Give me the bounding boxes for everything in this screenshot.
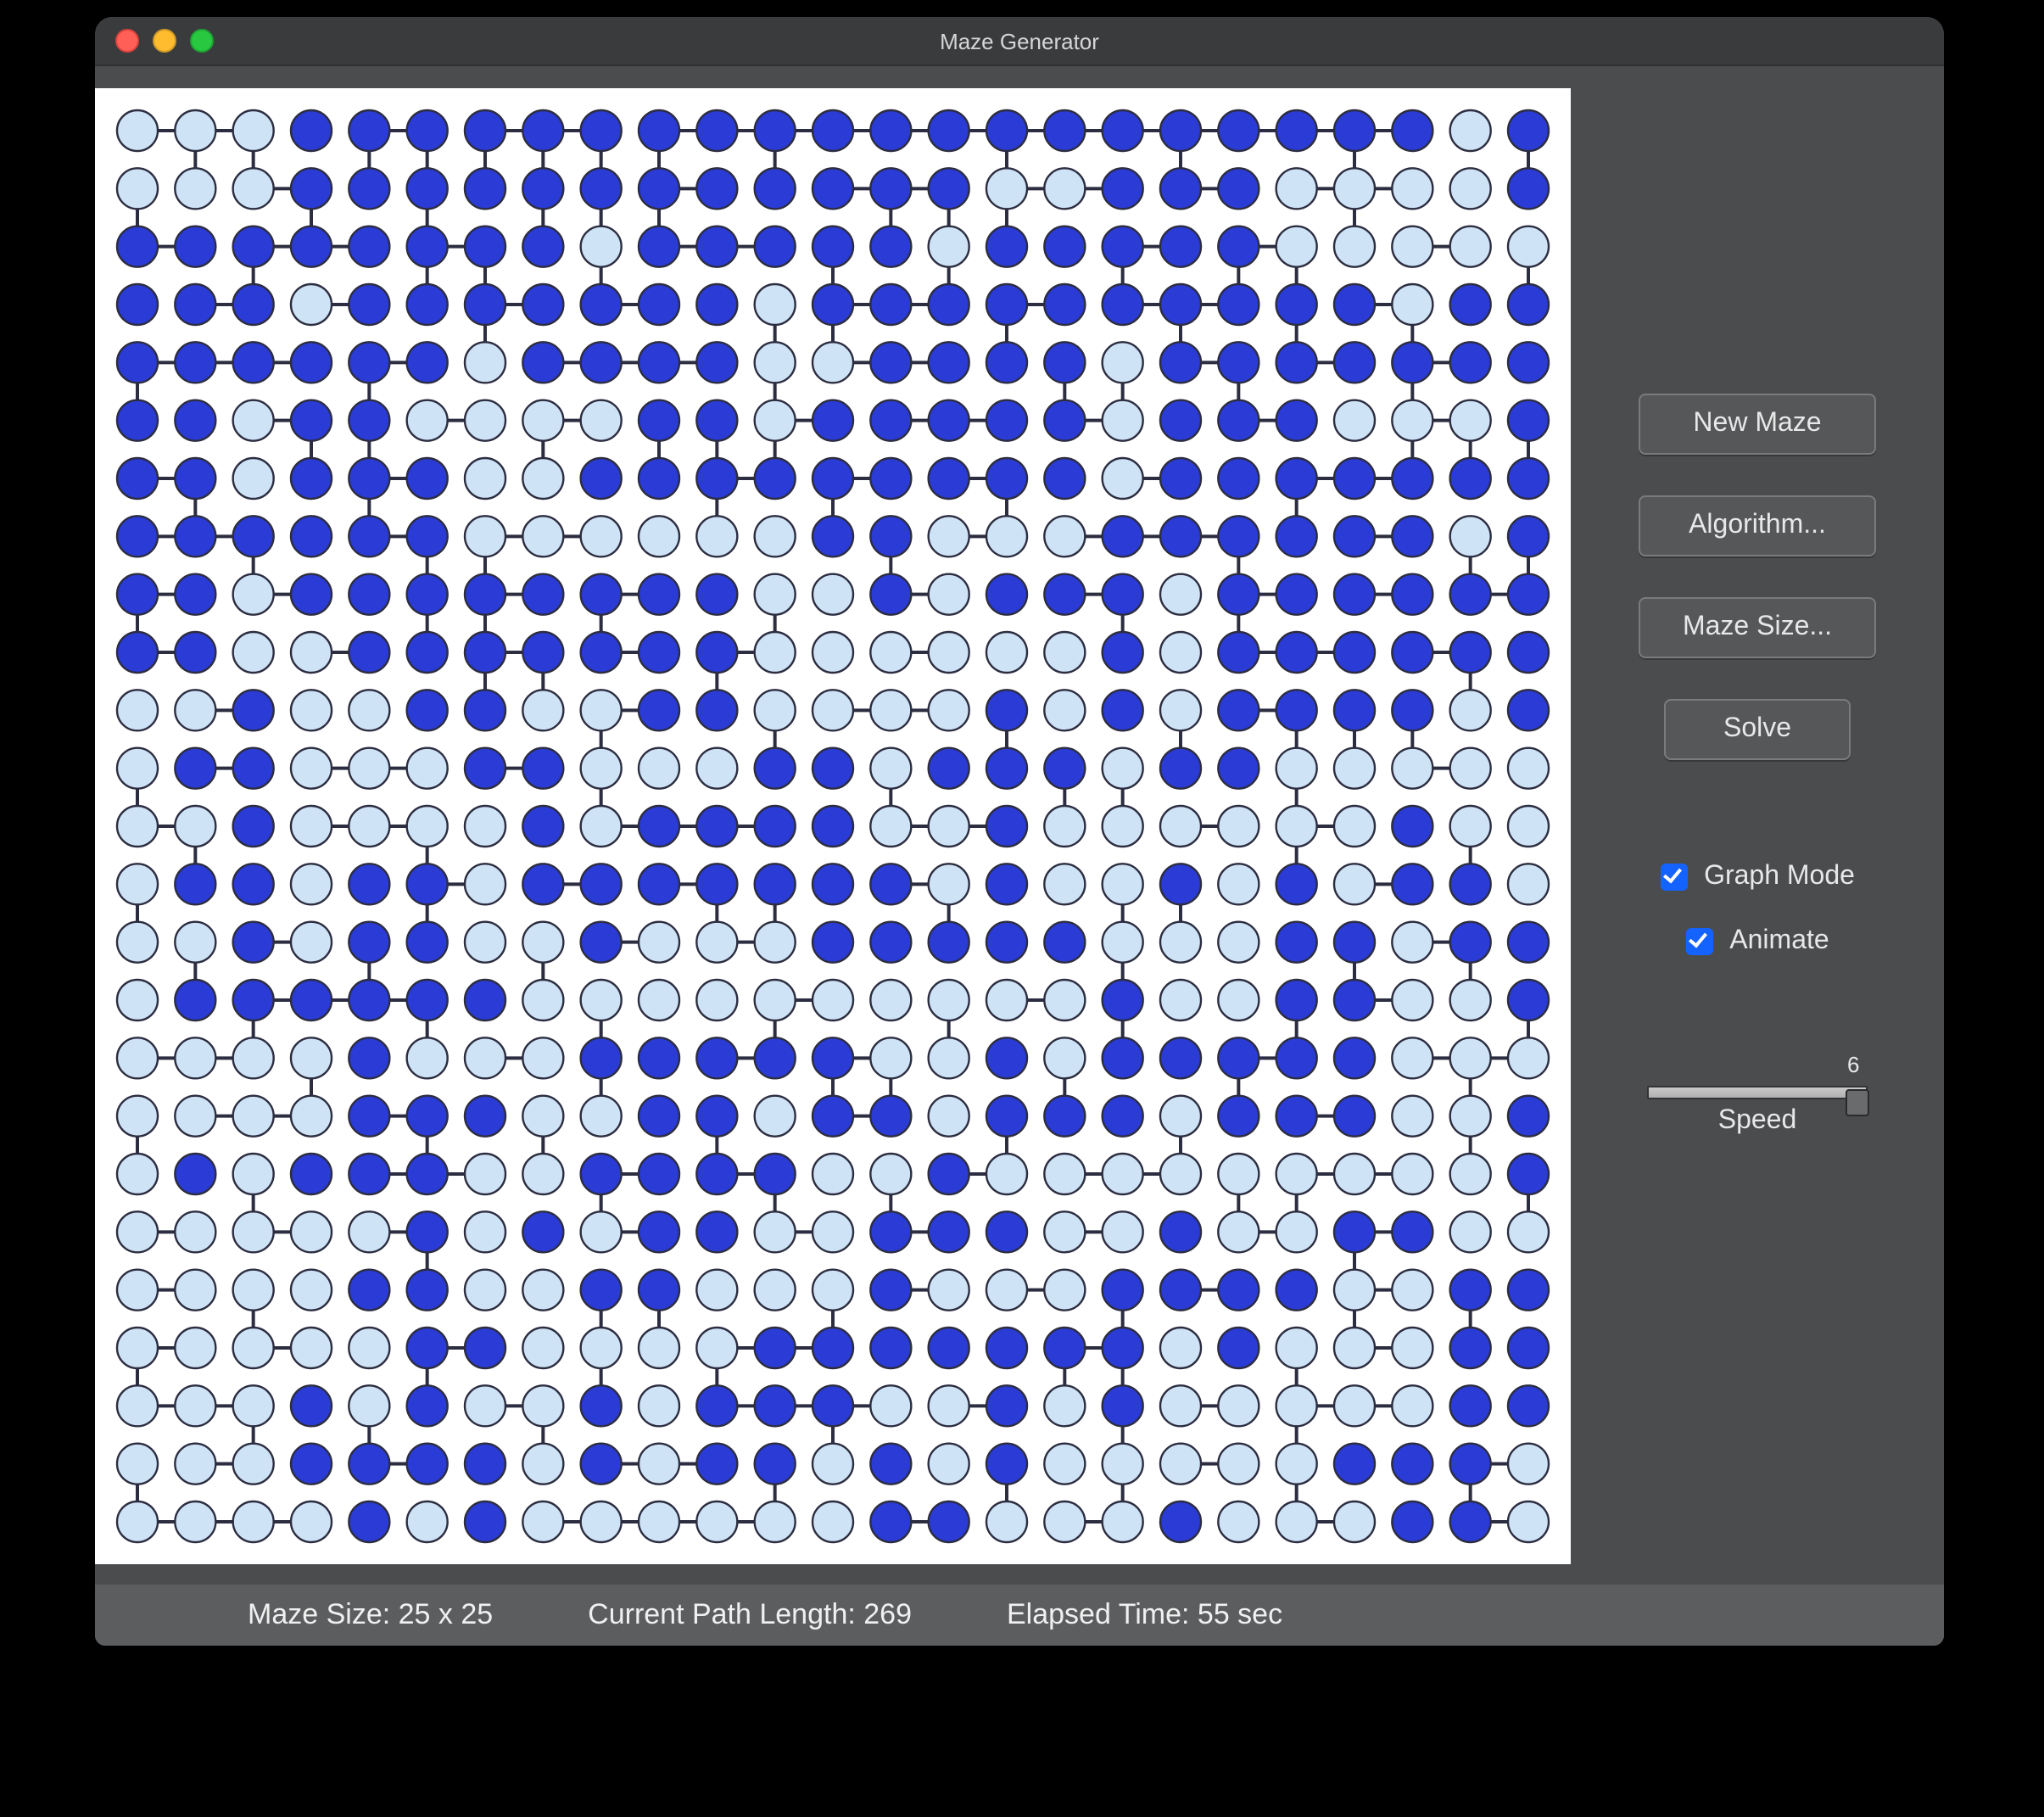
status-maze-size-label: Maze Size: — [248, 1598, 399, 1630]
status-path-length-value: 269 — [863, 1598, 912, 1630]
animate-checkbox[interactable] — [1685, 928, 1712, 955]
speed-value: 6 — [1847, 1052, 1859, 1077]
solve-button[interactable]: Solve — [1664, 699, 1851, 760]
status-maze-size: Maze Size: 25 x 25 — [248, 1598, 493, 1632]
graph-mode-label: Graph Mode — [1704, 862, 1855, 892]
speed-label: Speed — [1647, 1106, 1868, 1137]
maze-canvas — [95, 88, 1571, 1564]
status-path-length-label: Current Path Length: — [588, 1598, 863, 1630]
statusbar: Maze Size: 25 x 25 Current Path Length: … — [95, 1585, 1944, 1646]
graph-mode-checkbox[interactable] — [1660, 864, 1687, 891]
window-title: Maze Generator — [95, 28, 1944, 53]
speed-slider-thumb[interactable] — [1846, 1089, 1869, 1116]
maze-size-button[interactable]: Maze Size... — [1639, 597, 1876, 658]
sidebar: New Maze Algorithm... Maze Size... Solve… — [1571, 64, 1944, 1585]
titlebar: Maze Generator — [95, 17, 1944, 66]
animate-label: Animate — [1729, 926, 1829, 957]
app-window: Maze Generator New Maze Algorithm... Maz… — [95, 17, 1944, 1646]
maximize-icon[interactable] — [190, 29, 214, 53]
status-elapsed-value: 55 sec — [1198, 1598, 1282, 1630]
minimize-icon[interactable] — [153, 29, 176, 53]
status-path-length: Current Path Length: 269 — [588, 1598, 912, 1632]
new-maze-button[interactable]: New Maze — [1639, 394, 1876, 455]
algorithm-button[interactable]: Algorithm... — [1639, 495, 1876, 556]
status-elapsed: Elapsed Time: 55 sec — [1007, 1598, 1282, 1632]
status-maze-size-value: 25 x 25 — [399, 1598, 494, 1630]
close-icon[interactable] — [115, 29, 139, 53]
speed-slider[interactable] — [1647, 1086, 1868, 1099]
status-elapsed-label: Elapsed Time: — [1007, 1598, 1198, 1630]
